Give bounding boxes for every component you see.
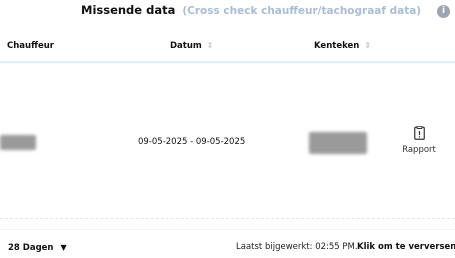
column-header-datum[interactable]: Datum ⇕ [170,41,213,51]
refresh-link[interactable]: Klik om te verversen. [357,242,455,252]
column-header-chauffeur[interactable]: Chauffeur [7,41,54,51]
title-subtitle: (Cross check chauffeur/tachograaf data) [182,5,422,17]
row-divider [0,218,455,219]
sort-icon[interactable]: ⇕ [207,41,214,50]
date-range-cell: 09-05-2025 - 09-05-2025 [138,137,246,147]
caret-down-icon: ▼ [60,243,67,252]
sort-icon[interactable]: ⇕ [364,41,371,50]
column-label: Chauffeur [7,41,54,51]
column-header-kenteken[interactable]: Kenteken ⇕ [314,41,371,51]
footer-divider [0,229,455,230]
widget-header: Missende data (Cross check chauffeur/tac… [0,0,455,24]
period-dropdown[interactable]: 28 Dagen ▼ [8,243,67,253]
column-label: Datum [170,41,202,51]
title-text: Missende data [81,3,176,17]
rapport-label: Rapport [402,145,436,155]
period-label: 28 Dagen [8,243,54,253]
rapport-button[interactable]: Rapport [399,126,439,155]
header-divider [0,61,455,63]
report-icon [413,126,425,140]
info-icon[interactable]: i [437,5,450,18]
redacted-chauffeur [0,135,36,150]
redacted-kenteken [309,132,367,154]
widget-title: Missende data (Cross check chauffeur/tac… [81,3,421,17]
column-label: Kenteken [314,41,360,51]
last-updated-text: Laatst bijgewerkt: 02:55 PM. [236,242,358,252]
